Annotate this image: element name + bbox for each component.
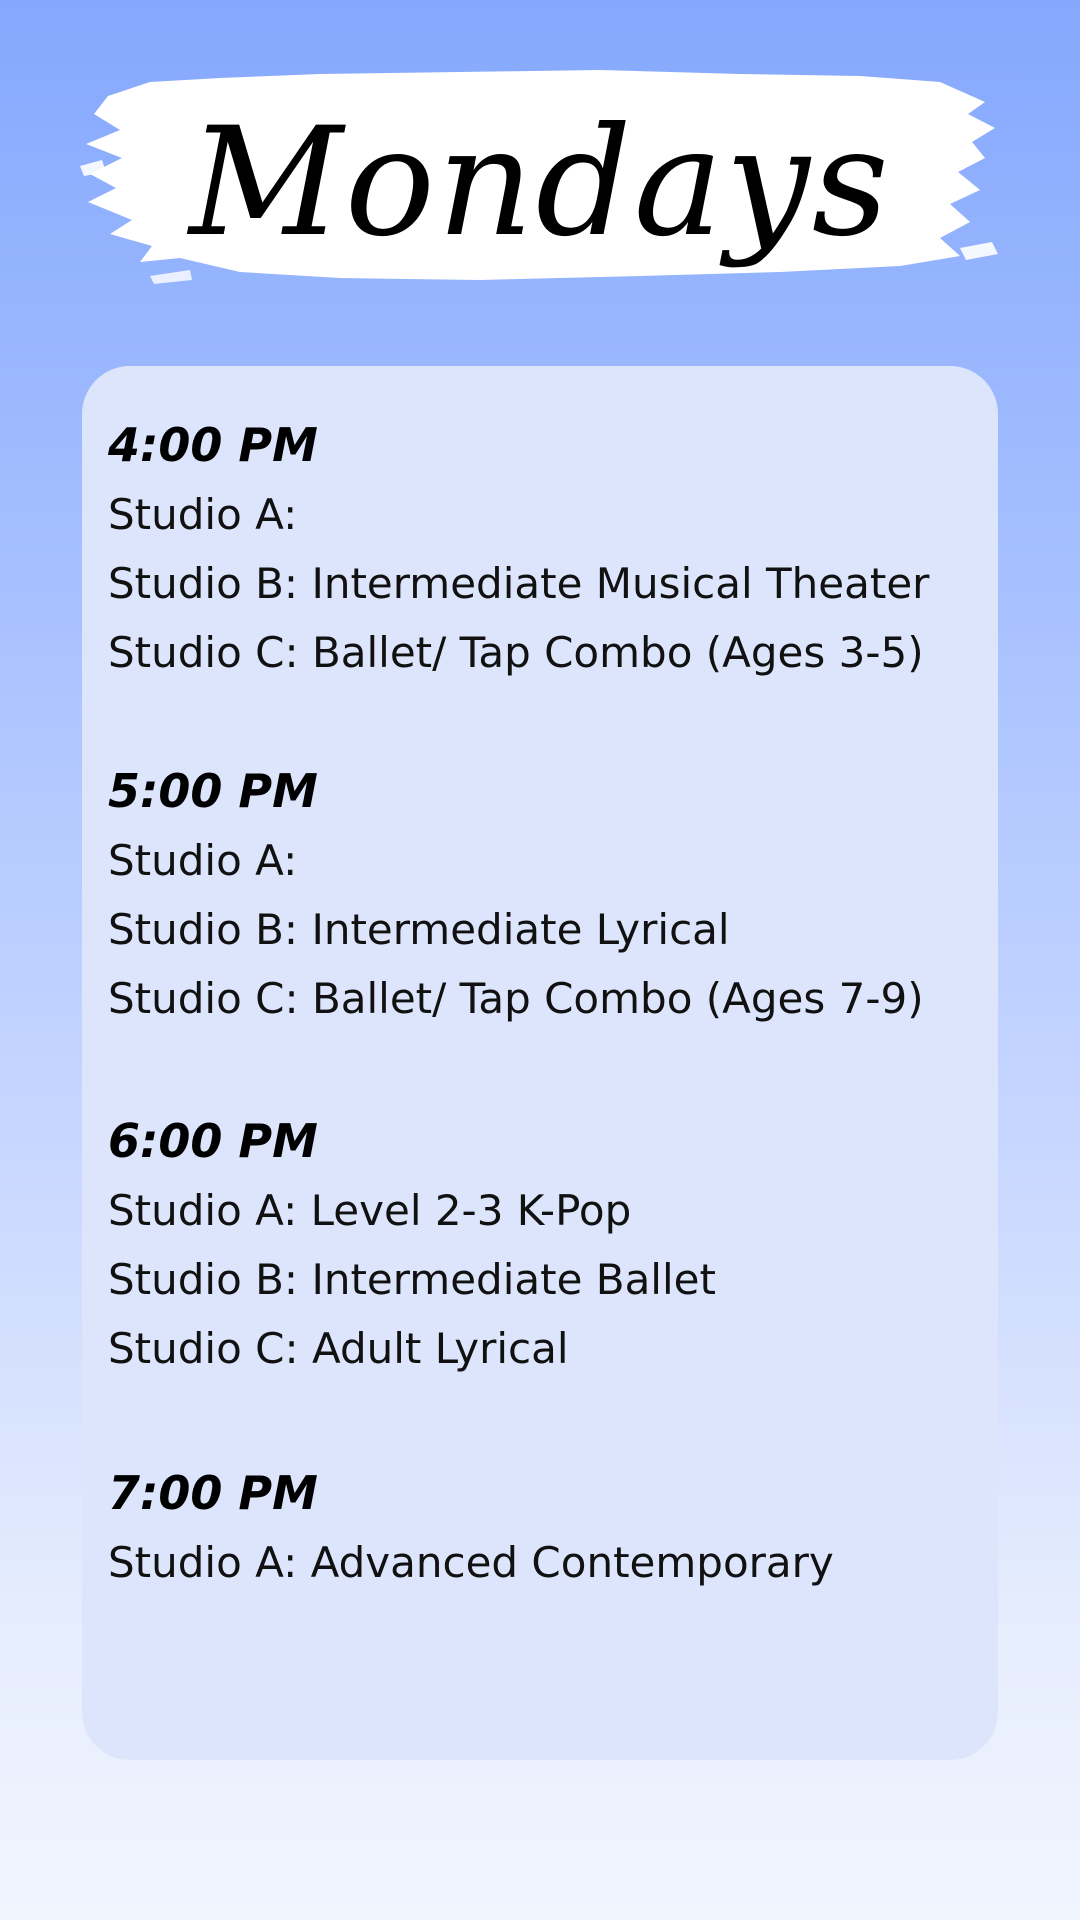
class-row: Studio B: Intermediate Musical Theater: [108, 559, 930, 608]
page-title: Mondays: [189, 96, 891, 270]
time-heading: 7:00 PM: [108, 1466, 318, 1520]
class-row: Studio C: Ballet/ Tap Combo (Ages 3-5): [108, 628, 924, 677]
class-row: Studio B: Intermediate Lyrical: [108, 905, 730, 954]
time-block-6pm: 6:00 PM Studio A: Level 2-3 K-Pop Studio…: [108, 1106, 978, 1383]
class-row: Studio C: Adult Lyrical: [108, 1324, 569, 1373]
class-row: Studio C: Ballet/ Tap Combo (Ages 7-9): [108, 974, 924, 1023]
class-row: Studio A:: [108, 836, 298, 885]
title-banner: Mondays: [80, 62, 1000, 292]
schedule-card: 4:00 PM Studio A: Studio B: Intermediate…: [82, 366, 998, 1760]
class-row: Studio B: Intermediate Ballet: [108, 1255, 716, 1304]
class-row: Studio A: Advanced Contemporary: [108, 1538, 834, 1587]
time-block-4pm: 4:00 PM Studio A: Studio B: Intermediate…: [108, 410, 978, 687]
time-block-7pm: 7:00 PM Studio A: Advanced Contemporary: [108, 1458, 978, 1597]
time-block-5pm: 5:00 PM Studio A: Studio B: Intermediate…: [108, 756, 978, 1033]
class-row: Studio A: Level 2-3 K-Pop: [108, 1186, 632, 1235]
time-heading: 5:00 PM: [108, 764, 318, 818]
time-heading: 4:00 PM: [108, 418, 318, 472]
class-row: Studio A:: [108, 490, 298, 539]
time-heading: 6:00 PM: [108, 1114, 318, 1168]
